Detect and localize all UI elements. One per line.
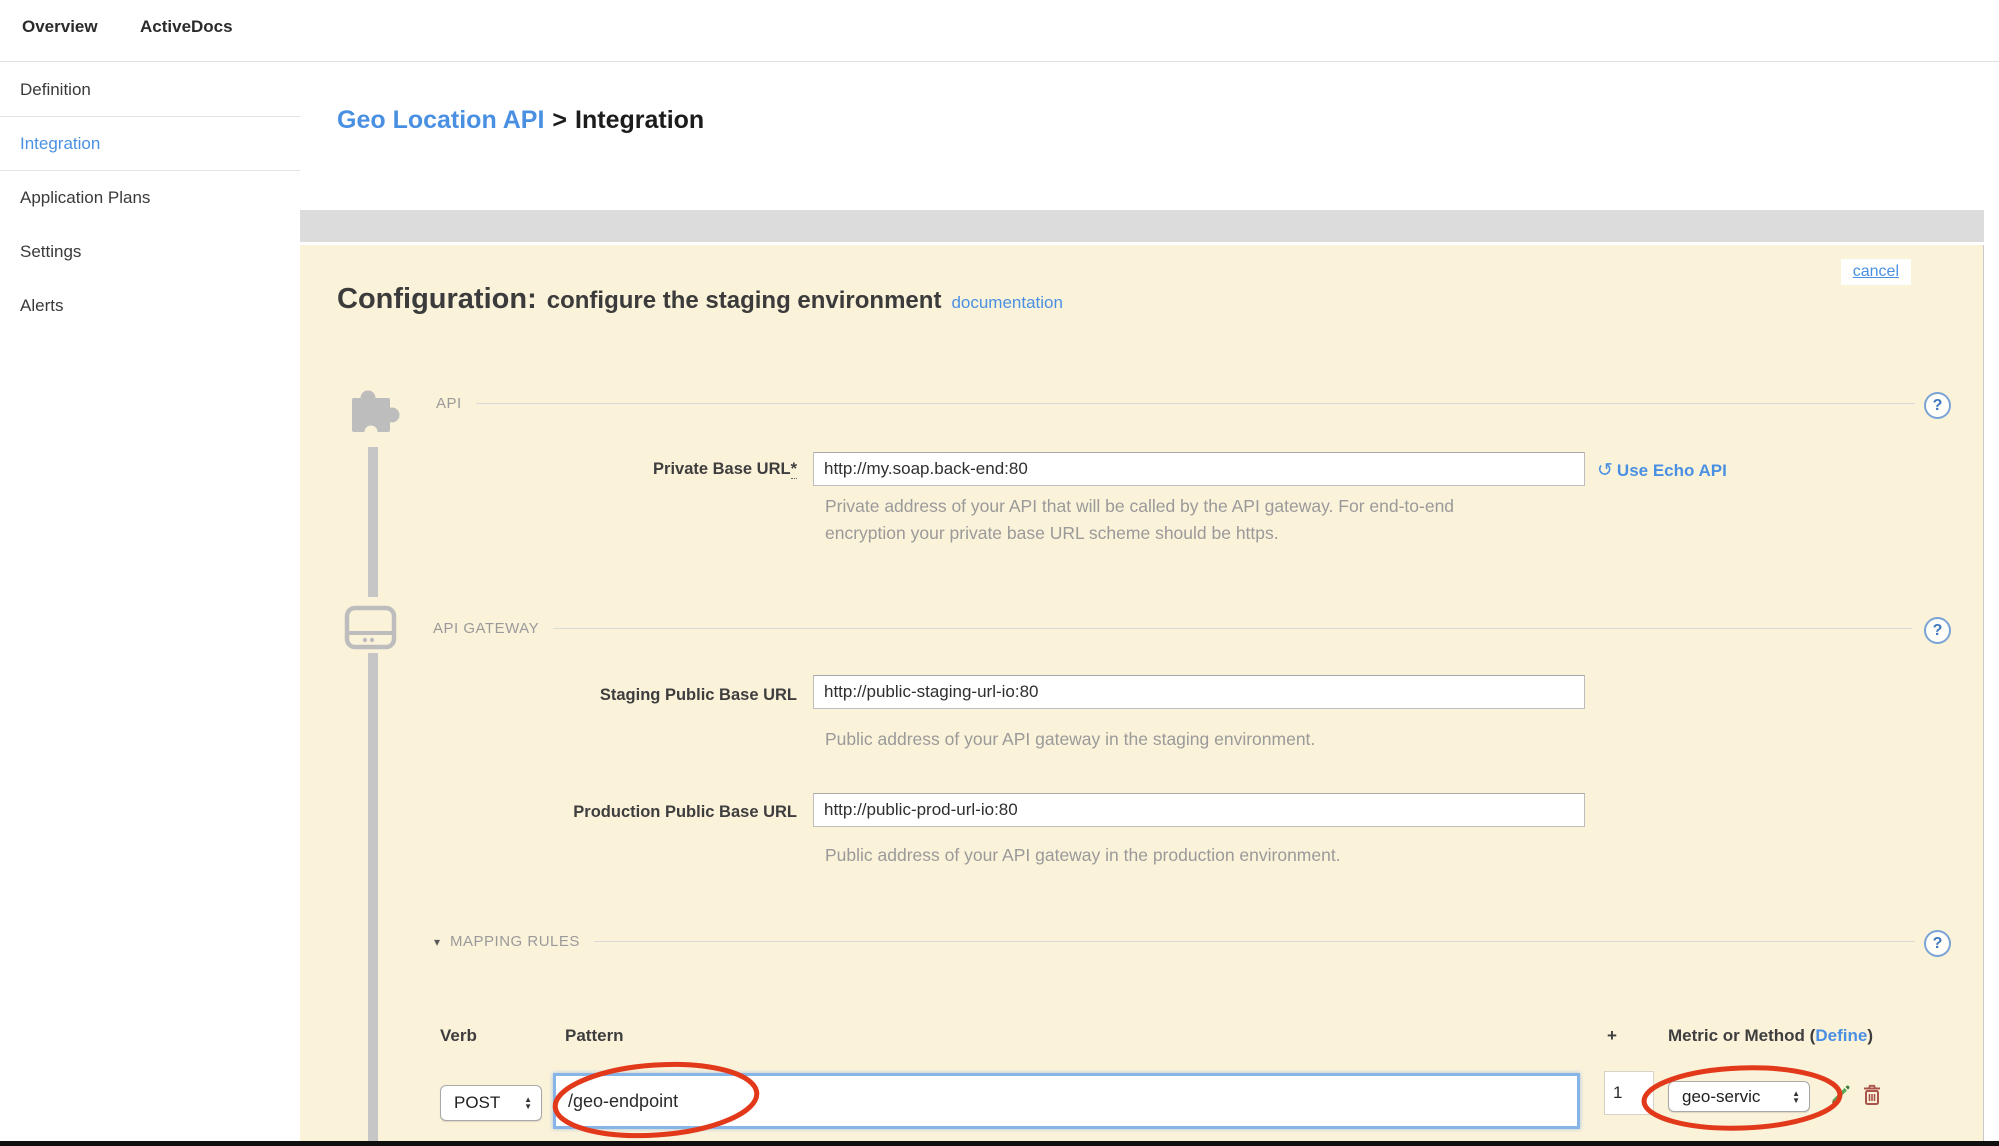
top-nav: Overview ActiveDocs bbox=[0, 0, 1999, 62]
sidebar-item-definition[interactable]: Definition bbox=[0, 63, 300, 117]
help-icon-gateway[interactable]: ? bbox=[1924, 617, 1951, 644]
sidebar-item-application-plans[interactable]: Application Plans bbox=[0, 171, 300, 225]
help-icon-api[interactable]: ? bbox=[1924, 392, 1951, 419]
puzzle-icon bbox=[348, 384, 404, 440]
echo-refresh-icon: ↺ bbox=[1597, 460, 1613, 481]
sidebar-item-settings[interactable]: Settings bbox=[0, 225, 300, 279]
pattern-input[interactable] bbox=[553, 1073, 1580, 1129]
configuration-title: Configuration: bbox=[337, 283, 537, 316]
breadcrumb: Geo Location API>Integration bbox=[337, 106, 704, 135]
sidebar-item-alerts[interactable]: Alerts bbox=[0, 279, 300, 333]
documentation-link[interactable]: documentation bbox=[951, 293, 1063, 313]
metric-header-close: ) bbox=[1867, 1026, 1873, 1045]
section-rule bbox=[594, 941, 1915, 942]
staging-public-base-url-input[interactable] bbox=[813, 675, 1585, 709]
delete-trash-icon[interactable] bbox=[1860, 1083, 1884, 1107]
private-base-url-input[interactable] bbox=[813, 452, 1585, 486]
required-mark: * bbox=[791, 460, 797, 479]
breadcrumb-service-link[interactable]: Geo Location API bbox=[337, 106, 544, 134]
staging-public-base-url-help: Public address of your API gateway in th… bbox=[825, 726, 1315, 753]
configuration-heading: Configuration: configure the staging env… bbox=[337, 283, 1063, 316]
help-icon-mapping-rules[interactable]: ? bbox=[1924, 930, 1951, 957]
screenshot-bottom-edge bbox=[0, 1141, 1999, 1146]
use-echo-api-link[interactable]: ↺Use Echo API bbox=[1597, 459, 1727, 482]
select-updown-arrows-icon: ▲▼ bbox=[1792, 1090, 1800, 1104]
gateway-server-icon bbox=[344, 605, 398, 651]
section-label-api: API bbox=[436, 395, 462, 412]
section-connector-line bbox=[368, 653, 378, 1146]
panel-header-bar bbox=[300, 210, 1984, 242]
column-header-verb: Verb bbox=[440, 1026, 477, 1046]
section-rule bbox=[553, 628, 1912, 629]
column-header-metric: Metric or Method (Define) bbox=[1668, 1026, 1873, 1046]
select-updown-arrows-icon: ▲▼ bbox=[524, 1096, 532, 1110]
private-base-url-label-text: Private Base URL bbox=[653, 460, 791, 478]
sidebar-item-integration[interactable]: Integration bbox=[0, 117, 300, 171]
metric-select[interactable]: geo-servic ▲▼ bbox=[1668, 1081, 1810, 1112]
cancel-chip: cancel bbox=[1841, 259, 1911, 285]
section-header-gateway: API GATEWAY bbox=[433, 620, 1912, 637]
staging-public-base-url-label: Staging Public Base URL bbox=[337, 686, 797, 705]
private-base-url-label: Private Base URL* bbox=[337, 460, 797, 479]
column-header-pattern: Pattern bbox=[565, 1026, 624, 1046]
breadcrumb-separator: > bbox=[544, 106, 575, 134]
nav-activedocs[interactable]: ActiveDocs bbox=[140, 17, 233, 37]
breadcrumb-current: Integration bbox=[575, 106, 704, 134]
edit-pencil-icon[interactable] bbox=[1828, 1083, 1852, 1107]
production-public-base-url-help: Public address of your API gateway in th… bbox=[825, 842, 1341, 869]
page: Overview ActiveDocs Definition Integrati… bbox=[0, 0, 1999, 1146]
cancel-link[interactable]: cancel bbox=[1853, 263, 1899, 280]
verb-select[interactable]: POST ▲▼ bbox=[440, 1085, 542, 1121]
section-rule bbox=[476, 403, 1915, 404]
integration-configuration-panel: cancel Configuration: configure the stag… bbox=[300, 245, 1984, 1146]
private-base-url-help: Private address of your API that will be… bbox=[825, 493, 1475, 547]
section-header-api: API bbox=[436, 395, 1915, 412]
nav-overview[interactable]: Overview bbox=[22, 17, 98, 37]
column-header-position: + bbox=[1607, 1026, 1617, 1046]
define-link[interactable]: Define bbox=[1815, 1026, 1867, 1045]
section-label-gateway: API GATEWAY bbox=[433, 620, 539, 637]
configuration-subtitle: configure the staging environment bbox=[547, 287, 942, 315]
production-public-base-url-input[interactable] bbox=[813, 793, 1585, 827]
metric-header-text: Metric or Method ( bbox=[1668, 1026, 1815, 1045]
section-label-mapping-rules: MAPPING RULES bbox=[450, 933, 580, 950]
section-header-mapping-rules: ▾ MAPPING RULES bbox=[434, 933, 1915, 950]
collapse-triangle-icon[interactable]: ▾ bbox=[434, 935, 440, 949]
sidebar: Definition Integration Application Plans… bbox=[0, 63, 300, 333]
position-input[interactable] bbox=[1604, 1071, 1654, 1115]
production-public-base-url-label: Production Public Base URL bbox=[337, 803, 797, 822]
use-echo-api-label: Use Echo API bbox=[1617, 461, 1727, 480]
verb-select-value: POST bbox=[454, 1093, 500, 1113]
metric-select-value: geo-servic bbox=[1682, 1087, 1760, 1107]
